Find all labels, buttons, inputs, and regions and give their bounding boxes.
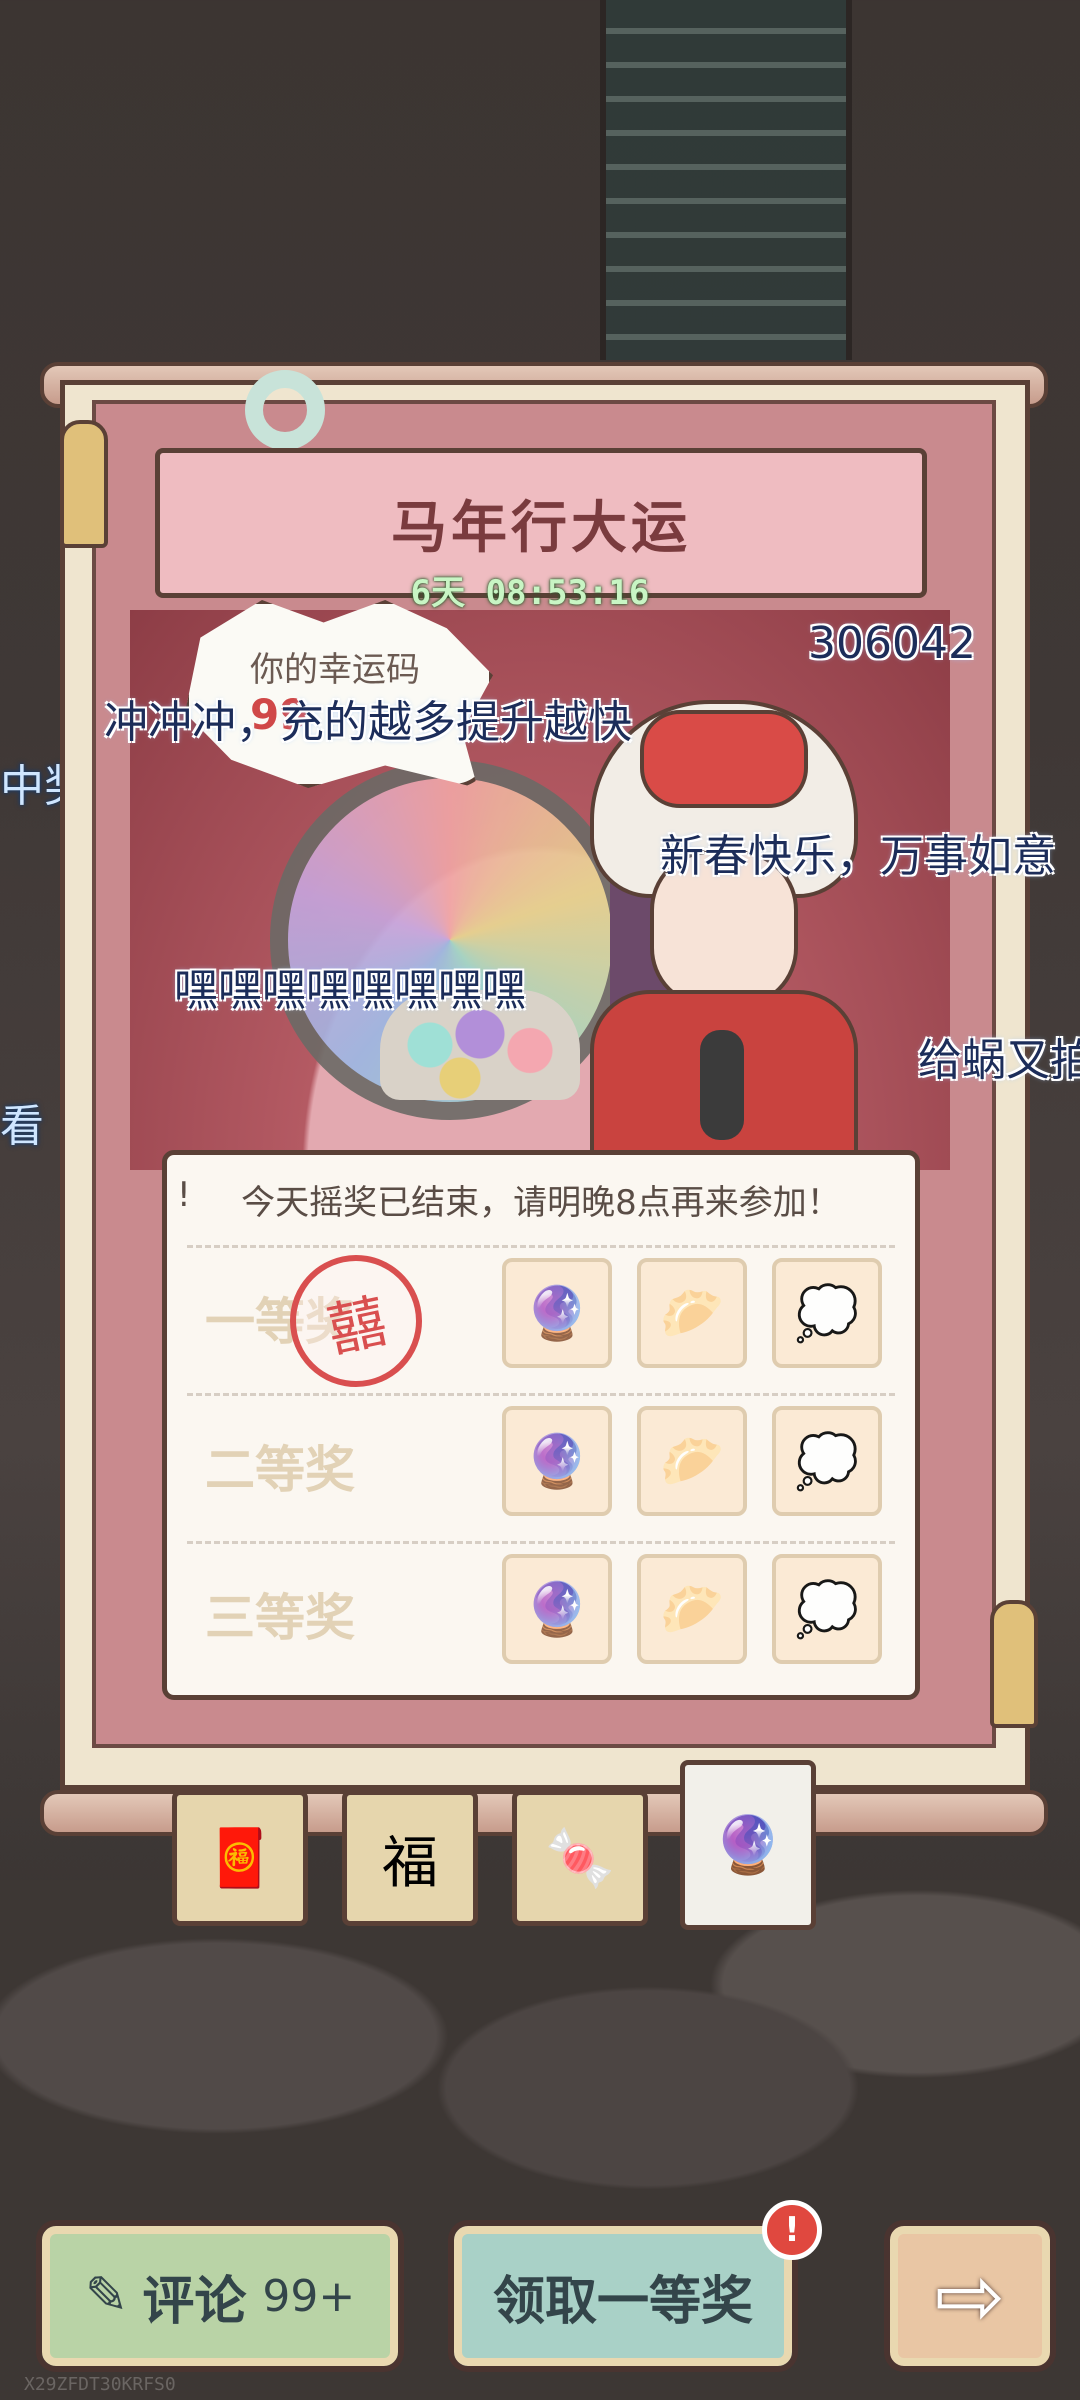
pagoda-background <box>600 0 852 360</box>
prize-row-second: 二等奖 🔮 🥟 💭 <box>187 1393 895 1526</box>
danmaku-message: 冲冲冲，充的越多提升越快 <box>104 697 632 748</box>
candy-tab[interactable]: 🍬 <box>512 1790 648 1926</box>
watermark: X29ZFDT30KRFS0 <box>24 2374 176 2395</box>
claim-label: 领取一等奖 <box>492 2271 753 2332</box>
lion-hat-character <box>570 700 870 1178</box>
crystal-ball-icon[interactable]: 🔮 <box>502 1258 612 1368</box>
danmaku-message: 新春快乐，万事如意 <box>660 831 1056 882</box>
event-title: 马年行大运 <box>391 495 691 561</box>
crystal-ball-icon[interactable]: 🔮 <box>502 1554 612 1664</box>
crystal-ball-icon[interactable]: 🔮 <box>502 1406 612 1516</box>
claim-first-prize-button[interactable]: 领取一等奖 <box>448 2220 798 2372</box>
event-countdown: 6天 08:53:16 <box>410 573 650 613</box>
fu-tab[interactable]: 福 <box>342 1790 478 1926</box>
draw-notice: 今天摇奖已结束，请明晚8点再来参加！ <box>241 1183 841 1223</box>
tadpole-icon[interactable]: 💭 <box>772 1554 882 1664</box>
comment-count: 99+ <box>262 2270 356 2322</box>
red-envelope-tab[interactable]: 🧧 <box>172 1790 308 1926</box>
danmaku-message: 给蜗又拍 <box>918 1035 1080 1086</box>
claim-alert-badge: ! <box>762 2200 822 2260</box>
comment-button[interactable]: ✎ 评论 99+ <box>36 2220 404 2372</box>
lottery-tab[interactable]: 🔮 <box>680 1760 816 1930</box>
danmaku-message: 306042 <box>808 618 976 669</box>
lucky-code-label: 你的幸运码 <box>250 650 420 690</box>
jade-ring-icon <box>245 370 325 450</box>
comment-label: 评论 <box>142 2271 247 2332</box>
danmaku-message: 嘿嘿嘿嘿嘿嘿嘿嘿 <box>174 965 526 1016</box>
prize-label: 三等奖 <box>205 1589 355 1647</box>
danmaku-left-2: 看 <box>0 1101 44 1152</box>
prize-board: ! 今天摇奖已结束，请明晚8点再来参加！ 一等奖 🔮 🥟 💭 二等奖 🔮 🥟 💭… <box>162 1150 920 1700</box>
tassel-icon <box>990 1600 1038 1728</box>
prize-label: 二等奖 <box>205 1441 355 1499</box>
dumpling-icon[interactable]: 🥟 <box>637 1406 747 1516</box>
tadpole-icon[interactable]: 💭 <box>772 1406 882 1516</box>
dumpling-icon[interactable]: 🥟 <box>637 1554 747 1664</box>
coin-tassel-icon <box>60 420 108 548</box>
tadpole-icon[interactable]: 💭 <box>772 1258 882 1368</box>
prize-row-third: 三等奖 🔮 🥟 💭 <box>187 1541 895 1674</box>
next-button[interactable]: ⇨ <box>884 2220 1056 2372</box>
dumpling-icon[interactable]: 🥟 <box>637 1258 747 1368</box>
arrow-right-icon: ⇨ <box>934 2247 1006 2345</box>
microphone-icon <box>700 1030 744 1140</box>
ink-bottle-icon: ✎ <box>84 2266 129 2326</box>
